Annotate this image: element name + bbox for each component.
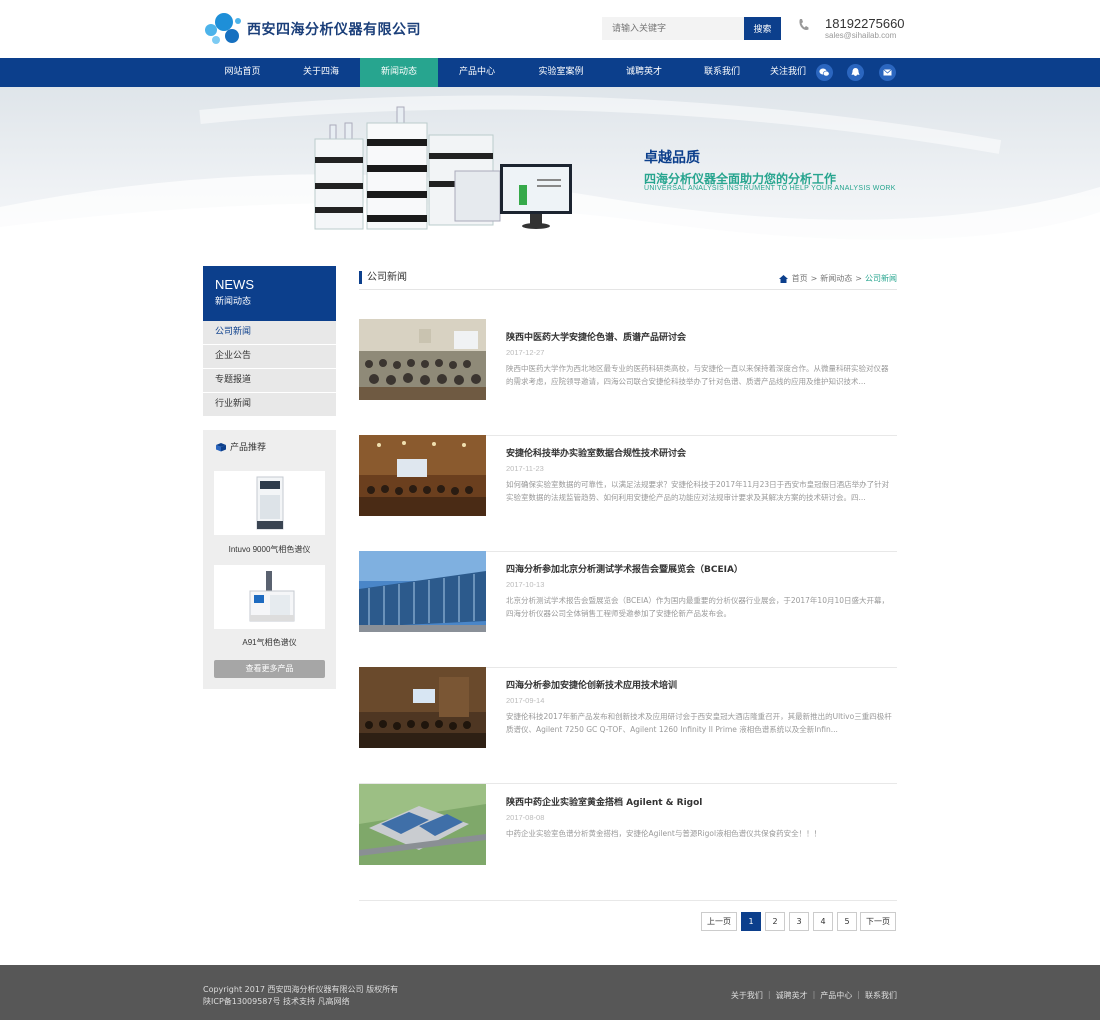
sidebar-item-announcements[interactable]: 企业公告 <box>203 345 336 368</box>
news-summary: 如何确保实验室数据的可靠性，以满足法规要求？安捷伦科技于2017年11月23日于… <box>506 480 890 502</box>
sidebar-item-industry-news[interactable]: 行业新闻 <box>203 393 336 416</box>
banner-english: UNIVERSAL ANALYSIS INSTRUMENT TO HELP YO… <box>644 185 896 192</box>
product-name-a91[interactable]: A91气相色谱仪 <box>203 637 336 648</box>
sidebar-title-en: NEWS <box>215 277 254 292</box>
lab-instruments-image <box>314 106 572 230</box>
news-date: 2017-11-23 <box>506 464 544 473</box>
pager-page-3[interactable]: 3 <box>789 912 809 931</box>
news-summary: 安捷伦科技2017年新产品发布和创新技术及应用研讨会于西安皇冠大酒店隆重召开，其… <box>506 712 892 734</box>
nav-item-products[interactable]: 产品中心 <box>438 58 516 87</box>
exhibition-building-photo <box>359 551 486 632</box>
news-summary: 陕西中医药大学作为西北地区最专业的医药科研类高校，与安捷伦一直以来保持着深度合作… <box>506 364 889 386</box>
nav-item-cases[interactable]: 实验室案例 <box>516 58 606 87</box>
title-divider <box>359 289 897 290</box>
news-title[interactable]: 四海分析参加安捷伦创新技术应用技术培训 <box>506 678 677 691</box>
product-recommend-box: 产品推荐 Intuvo 9000气相色谱仪 A91气相色谱仪 查看更多产品 <box>203 430 336 689</box>
gc-a91-image <box>249 571 295 622</box>
home-icon <box>778 274 788 283</box>
news-thumbnail[interactable] <box>359 784 486 865</box>
lecture-hall-photo <box>359 319 486 400</box>
more-products-button[interactable]: 查看更多产品 <box>214 660 325 678</box>
main-nav: 网站首页 关于四海 新闻动态 产品中心 实验室案例 诚聘英才 联系我们 关注我们 <box>0 58 1100 87</box>
news-thumbnail[interactable] <box>359 551 486 632</box>
nav-item-news[interactable]: 新闻动态 <box>360 58 438 87</box>
phone-number: 18192275660 <box>825 16 905 31</box>
page-title: 公司新闻 <box>359 271 407 284</box>
qq-icon[interactable] <box>847 64 864 81</box>
news-title[interactable]: 四海分析参加北京分析测试学术报告会暨展览会（BCEIA） <box>506 562 743 575</box>
wechat-icon[interactable] <box>816 64 833 81</box>
logo-drops-icon <box>203 12 243 46</box>
news-item: 安捷伦科技举办实验室数据合规性技术研讨会 2017-11-23 如何确保实验室数… <box>359 435 897 552</box>
breadcrumb-separator: > <box>810 274 818 283</box>
news-item: 陕西中医药大学安捷伦色谱、质谱产品研讨会 2017-12-27 陕西中医药大学作… <box>359 319 897 436</box>
pager-next-button[interactable]: 下一页 <box>860 912 896 931</box>
breadcrumb-news[interactable]: 新闻动态 <box>820 273 852 284</box>
nav-item-jobs[interactable]: 诚聘英才 <box>606 58 682 87</box>
banner-headline: 卓越品质 <box>644 150 700 166</box>
site-logo[interactable]: 西安四海分析仪器有限公司 <box>203 12 421 46</box>
news-summary: 中药企业实验室色谱分析黄金搭档，安捷伦Agilent与普源Rigol液相色谱仪共… <box>506 829 822 838</box>
news-title[interactable]: 陕西中医药大学安捷伦色谱、质谱产品研讨会 <box>506 330 686 343</box>
news-date: 2017-12-27 <box>506 348 545 357</box>
footer-link-jobs[interactable]: 诚聘英才 <box>776 990 808 1001</box>
footer-link-contact[interactable]: 联系我们 <box>865 990 897 1001</box>
news-item: 四海分析参加北京分析测试学术报告会暨展览会（BCEIA） 2017-10-13 … <box>359 551 897 668</box>
sidebar-item-company-news[interactable]: 公司新闻 <box>203 321 336 344</box>
news-date: 2017-08-08 <box>506 813 545 822</box>
search-button[interactable]: 搜索 <box>744 17 781 40</box>
footer-link-products[interactable]: 产品中心 <box>820 990 852 1001</box>
sidebar-title-cn: 新闻动态 <box>215 297 252 307</box>
news-thumbnail[interactable] <box>359 667 486 748</box>
site-header: 西安四海分析仪器有限公司 搜索 18192275660 sales@sihail… <box>0 0 1100 58</box>
footer-separator: | <box>812 990 816 999</box>
icp-text: 陕ICP备13009587号 技术支持 凡高网络 <box>203 997 350 1006</box>
breadcrumb: 首页 > 新闻动态 > 公司新闻 <box>778 273 897 284</box>
news-thumbnail[interactable] <box>359 319 486 400</box>
footer-link-about[interactable]: 关于我们 <box>731 990 763 1001</box>
hero-banner: 卓越品质 四海分析仪器全面助力您的分析工作 UNIVERSAL ANALYSIS… <box>0 87 1100 248</box>
news-item: 四海分析参加安捷伦创新技术应用技术培训 2017-09-14 安捷伦科技2017… <box>359 667 897 784</box>
breadcrumb-separator: > <box>855 274 862 283</box>
pager-page-4[interactable]: 4 <box>813 912 833 931</box>
gc-instrument-image <box>256 476 284 530</box>
search-input[interactable] <box>602 17 744 40</box>
site-footer: Copyright 2017 西安四海分析仪器有限公司 版权所有 陕ICP备13… <box>0 965 1100 1020</box>
news-title[interactable]: 陕西中药企业实验室黄金搭档 Agilent & Rigol <box>506 795 702 808</box>
phone-icon <box>799 19 809 30</box>
copyright-text: Copyright 2017 西安四海分析仪器有限公司 版权所有 <box>203 985 399 994</box>
news-date: 2017-10-13 <box>506 580 545 589</box>
pager-page-1[interactable]: 1 <box>741 912 761 931</box>
footer-separator: | <box>767 990 771 999</box>
news-summary: 北京分析测试学术报告会暨展览会（BCEIA）作为国内最重要的分析仪器行业展会，于… <box>506 596 890 618</box>
breadcrumb-current: 公司新闻 <box>865 274 897 283</box>
conference-room-photo <box>359 435 486 516</box>
news-date: 2017-09-14 <box>506 696 545 705</box>
product-name-intuvo[interactable]: Intuvo 9000气相色谱仪 <box>203 544 336 555</box>
news-thumbnail[interactable] <box>359 435 486 516</box>
sidebar-item-features[interactable]: 专题报道 <box>203 369 336 392</box>
news-title[interactable]: 安捷伦科技举办实验室数据合规性技术研讨会 <box>506 446 686 459</box>
product-thumb-intuvo[interactable] <box>214 471 325 535</box>
footer-separator: | <box>857 990 860 999</box>
breadcrumb-home[interactable]: 首页 <box>792 273 808 284</box>
email-address[interactable]: sales@sihailab.com <box>825 31 896 40</box>
box-icon <box>216 442 226 451</box>
product-recommend-title: 产品推荐 <box>215 440 266 453</box>
mail-icon[interactable] <box>879 64 896 81</box>
news-item: 陕西中药企业实验室黄金搭档 Agilent & Rigol 2017-08-08… <box>359 784 897 901</box>
pager-prev-button[interactable]: 上一页 <box>701 912 737 931</box>
training-hall-photo <box>359 667 486 748</box>
pager-page-2[interactable]: 2 <box>765 912 785 931</box>
company-name: 西安四海分析仪器有限公司 <box>247 22 421 38</box>
nav-item-contact[interactable]: 联系我们 <box>682 58 762 87</box>
nav-item-follow: 关注我们 <box>769 67 806 77</box>
product-thumb-a91[interactable] <box>214 565 325 629</box>
factory-aerial-render <box>359 784 486 865</box>
nav-item-about[interactable]: 关于四海 <box>282 58 360 87</box>
pager-page-5[interactable]: 5 <box>837 912 857 931</box>
sidebar-header: NEWS 新闻动态 <box>203 266 336 321</box>
nav-item-home[interactable]: 网站首页 <box>203 58 282 87</box>
footer-links: 关于我们 | 诚聘英才 | 产品中心 | 联系我们 <box>731 990 897 1001</box>
